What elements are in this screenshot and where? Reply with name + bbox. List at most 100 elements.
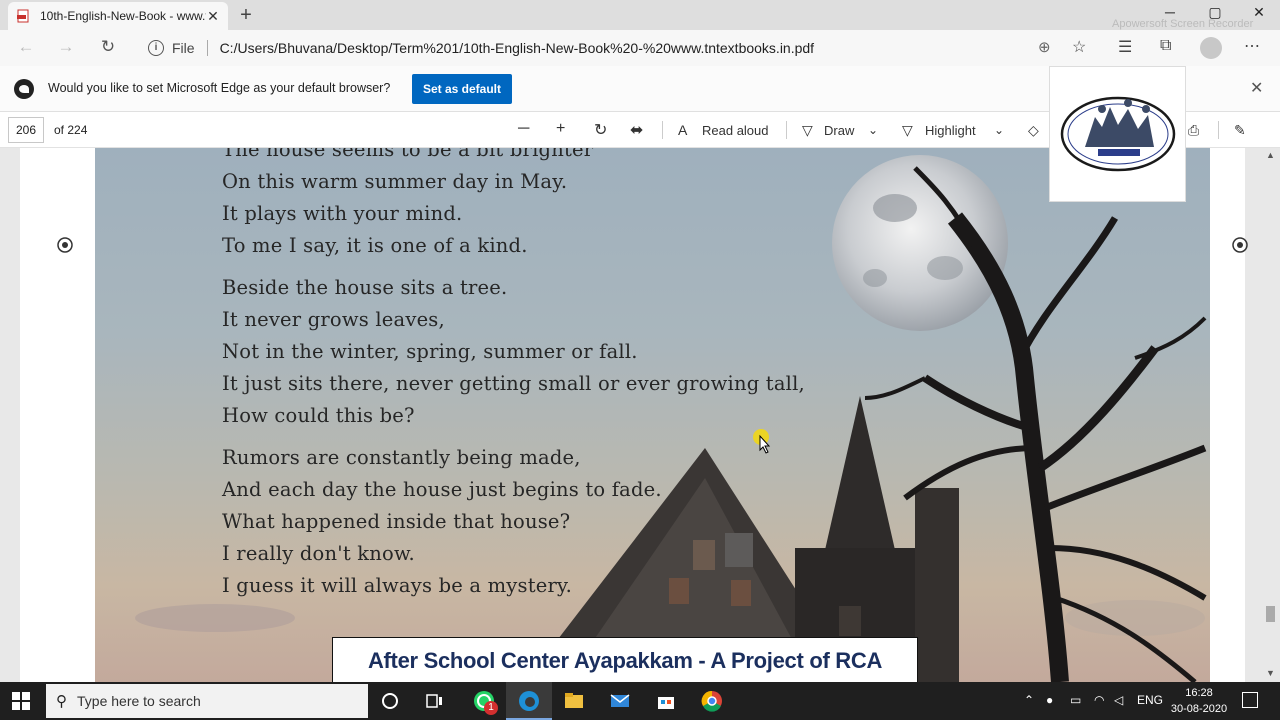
tab-title: 10th-English-New-Book - www.t	[40, 9, 206, 23]
poem-line: What happened inside that house?	[222, 510, 571, 533]
taskbar-clock[interactable]: 16:28 30-08-2020	[1168, 685, 1230, 717]
minimize-button[interactable]: ─	[1155, 4, 1185, 20]
banner-message: Would you like to set Microsoft Edge as …	[48, 81, 391, 95]
scroll-up-icon[interactable]: ▲	[1266, 150, 1275, 160]
zoom-in-icon[interactable]: +	[556, 120, 565, 138]
rca-logo	[1049, 66, 1186, 202]
language-indicator[interactable]: ENG	[1137, 693, 1163, 707]
clock-date: 30-08-2020	[1170, 703, 1228, 715]
file-scheme-label: File	[172, 40, 195, 56]
notification-badge: 1	[484, 701, 498, 715]
search-icon: ⚲	[56, 693, 67, 710]
read-aloud-icon[interactable]: A	[678, 122, 687, 138]
pdf-document-area[interactable]: The house seems to be a bit brighter On t…	[0, 148, 1280, 682]
eraser-icon[interactable]: ◇	[1028, 122, 1039, 139]
rotate-icon[interactable]: ↻	[594, 120, 607, 140]
poem-line: I really don't know.	[222, 542, 415, 565]
poem-stanza: The house seems to be a bit brighter On t…	[222, 148, 805, 262]
poem-line: It plays with your mind.	[222, 202, 463, 225]
highlight-button[interactable]: Highlight	[925, 123, 976, 138]
collections-icon[interactable]: ⧉	[1160, 37, 1171, 55]
favorites-icon[interactable]: ☰	[1118, 37, 1132, 57]
poem-text: The house seems to be a bit brighter On t…	[222, 148, 805, 612]
highlight-icon[interactable]: ▽	[902, 122, 913, 139]
scrollbar-thumb[interactable]	[1266, 606, 1275, 622]
poem-line: I guess it will always be a mystery.	[222, 574, 573, 597]
store-icon[interactable]	[654, 689, 678, 713]
tab-close-icon[interactable]: ✕	[206, 8, 220, 25]
volume-icon[interactable]: ◁	[1114, 693, 1123, 707]
edge-taskbar-button[interactable]	[506, 682, 552, 720]
zoom-icon[interactable]: ⊕	[1038, 38, 1051, 56]
windows-start-icon[interactable]	[12, 692, 30, 710]
pdf-page: The house seems to be a bit brighter On t…	[20, 148, 1248, 682]
read-aloud-button[interactable]: Read aloud	[702, 123, 769, 138]
poem-stanza: Rumors are constantly being made, And eac…	[222, 442, 805, 602]
chimney-shape	[915, 488, 959, 682]
pdf-file-icon	[17, 9, 29, 23]
notification-center-icon[interactable]	[1242, 692, 1258, 708]
highlight-options-chevron-icon[interactable]: ⌄	[994, 123, 1004, 137]
draw-button[interactable]: Draw	[824, 123, 854, 138]
clock-time: 16:28	[1185, 687, 1213, 699]
tray-overflow-icon[interactable]: ⌃	[1024, 693, 1034, 707]
microphone-icon[interactable]: ●	[1046, 693, 1053, 707]
pin-toolbar-icon[interactable]: ✎	[1234, 122, 1246, 139]
page-number-input[interactable]: 206	[8, 117, 44, 143]
navigation-bar: ← → ↻ i File C:/Users/Bhuvana/Desktop/Te…	[0, 30, 1280, 66]
task-view-icon[interactable]	[423, 689, 447, 713]
site-info-icon[interactable]: i	[148, 40, 164, 56]
edge-logo-icon	[14, 79, 34, 99]
new-tab-button[interactable]: +	[236, 4, 256, 27]
url-text[interactable]: C:/Users/Bhuvana/Desktop/Term%201/10th-E…	[220, 40, 815, 56]
tab-strip: 10th-English-New-Book - www.t ✕ + Apower…	[0, 0, 1280, 30]
close-window-button[interactable]: ✕	[1244, 4, 1274, 21]
reload-icon[interactable]: ↻	[96, 37, 120, 59]
mail-icon[interactable]	[608, 689, 632, 713]
maximize-button[interactable]: ▢	[1200, 4, 1230, 21]
profile-avatar[interactable]	[1200, 37, 1222, 59]
poem-stanza: Beside the house sits a tree. It never gr…	[222, 272, 805, 432]
poem-line: Not in the winter, spring, summer or fal…	[222, 340, 638, 363]
poem-line: Beside the house sits a tree.	[222, 276, 508, 299]
battery-icon[interactable]: ▭	[1070, 693, 1081, 707]
edge-icon	[519, 691, 539, 711]
rca-logo-emblem	[1060, 96, 1176, 172]
windows-taskbar: ⚲ Type here to search 1 ⌃ ● ▭ ◠ ◁ ENG 16…	[0, 682, 1280, 720]
poem-line: How could this be?	[222, 404, 415, 427]
taskbar-search-input[interactable]: ⚲ Type here to search	[46, 684, 368, 718]
poem-line: It just sits there, never getting small …	[222, 372, 805, 395]
draw-icon[interactable]: ▽	[802, 122, 813, 139]
address-bar[interactable]: i File C:/Users/Bhuvana/Desktop/Term%201…	[140, 34, 1100, 62]
chrome-icon[interactable]	[700, 689, 724, 713]
crosshair-left-icon	[57, 237, 73, 253]
scroll-down-icon[interactable]: ▼	[1266, 668, 1275, 678]
back-arrow-icon[interactable]: ←	[14, 37, 38, 59]
favorite-star-icon[interactable]: ☆	[1072, 37, 1086, 57]
poem-line: The house seems to be a bit brighter	[222, 148, 594, 161]
poem-line: To me I say, it is one of a kind.	[222, 234, 528, 257]
forward-arrow-icon[interactable]: →	[54, 37, 78, 59]
poem-line: On this warm summer day in May.	[222, 170, 568, 193]
address-separator	[206, 40, 208, 56]
browser-tab[interactable]: 10th-English-New-Book - www.t ✕	[8, 2, 228, 30]
fit-page-icon[interactable]: ⬌	[630, 120, 643, 140]
video-caption: After School Center Ayapakkam - A Projec…	[332, 637, 918, 686]
toolbar-divider	[786, 121, 787, 139]
banner-close-icon[interactable]: ✕	[1250, 78, 1263, 98]
more-menu-icon[interactable]: ⋯	[1244, 36, 1260, 56]
crosshair-right-icon	[1232, 237, 1248, 253]
zoom-out-icon[interactable]: ─	[518, 120, 529, 138]
search-placeholder: Type here to search	[77, 693, 201, 709]
wifi-icon[interactable]: ◠	[1094, 693, 1104, 707]
file-explorer-icon[interactable]	[562, 689, 586, 713]
cortana-icon[interactable]	[378, 689, 402, 713]
whatsapp-taskbar-button[interactable]: 1	[466, 684, 506, 718]
draw-options-chevron-icon[interactable]: ⌄	[868, 123, 878, 137]
print-icon[interactable]: ⎙	[1188, 122, 1199, 139]
poem-line: Rumors are constantly being made,	[222, 446, 581, 469]
poem-line: It never grows leaves,	[222, 308, 445, 331]
toolbar-divider	[662, 121, 663, 139]
haunted-house-illustration: The house seems to be a bit brighter On t…	[95, 148, 1210, 682]
set-default-button[interactable]: Set as default	[412, 74, 512, 104]
